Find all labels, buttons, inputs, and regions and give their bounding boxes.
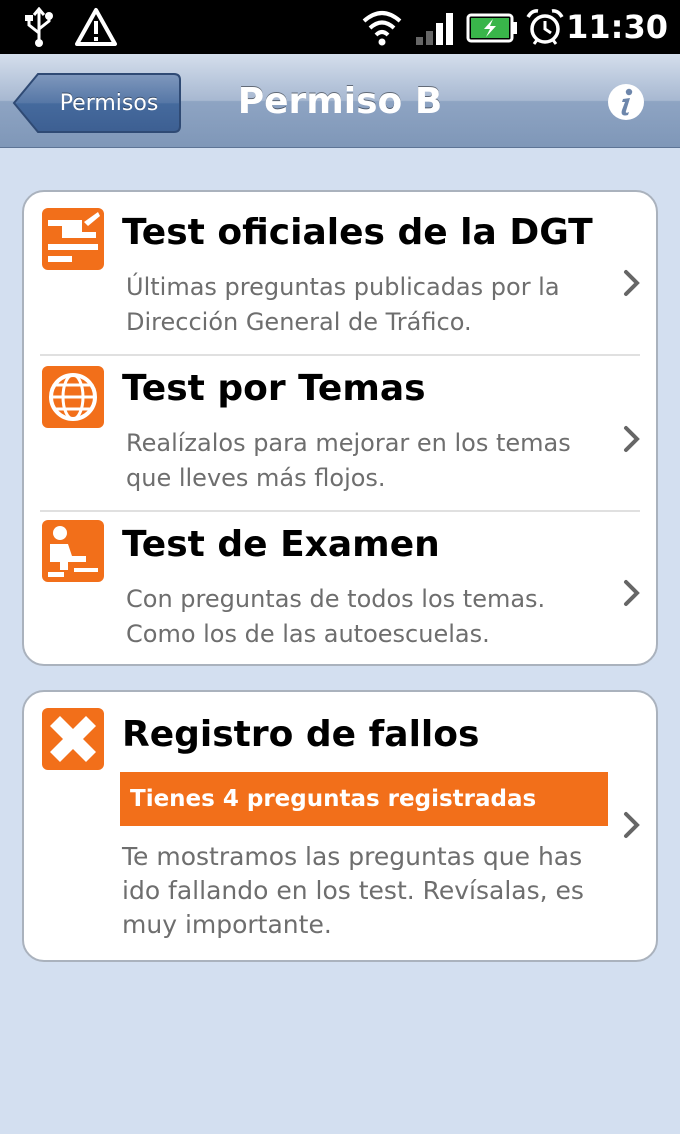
status-bar: 11:30	[0, 0, 680, 54]
cross-icon	[42, 708, 104, 770]
official-test-icon	[42, 208, 104, 270]
menu-item-topic-tests[interactable]: Test por Temas Realízalos para mejorar e…	[24, 356, 656, 510]
menu-item-title: Test por Temas	[122, 368, 426, 409]
battery-charging-icon	[466, 6, 518, 48]
exam-student-icon	[42, 520, 104, 582]
menu-item-description: Con preguntas de todos los temas. Como l…	[126, 585, 546, 648]
menu-item-title: Test oficiales de la DGT	[122, 212, 593, 253]
menu-item-official-tests[interactable]: Test oficiales de la DGT Últimas pregunt…	[24, 192, 656, 354]
menu-item-description: Realízalos para mejorar en los temas que…	[126, 429, 571, 492]
menu-item-title: Test de Examen	[122, 524, 440, 565]
page-title: Permiso B	[237, 80, 443, 122]
globe-icon	[42, 366, 104, 428]
menu-item-description: Últimas preguntas publicadas por la Dire…	[126, 273, 560, 336]
warning-icon	[74, 6, 118, 48]
info-icon[interactable]	[606, 82, 646, 122]
usb-icon	[22, 6, 56, 48]
clock: 11:30	[566, 8, 668, 46]
test-menu-card: Test oficiales de la DGT Últimas pregunt…	[22, 190, 658, 666]
navigation-bar: Permisos Permiso B	[0, 54, 680, 148]
back-button[interactable]: Permisos	[12, 72, 182, 134]
errors-description: Te mostramos las preguntas que has ido f…	[122, 842, 584, 939]
wifi-icon	[360, 6, 404, 48]
chevron-right-icon	[624, 270, 640, 296]
errors-count-badge: Tienes 4 preguntas registradas	[120, 772, 608, 826]
errors-title: Registro de fallos	[122, 714, 480, 755]
alarm-icon	[524, 6, 566, 48]
back-button-label: Permisos	[59, 90, 159, 116]
chevron-right-icon	[624, 426, 640, 452]
chevron-right-icon	[624, 812, 640, 838]
errors-card[interactable]: Registro de fallos Tienes 4 preguntas re…	[22, 690, 658, 962]
menu-item-exam-tests[interactable]: Test de Examen Con preguntas de todos lo…	[24, 512, 656, 666]
signal-icon	[414, 6, 458, 48]
chevron-right-icon	[624, 580, 640, 606]
